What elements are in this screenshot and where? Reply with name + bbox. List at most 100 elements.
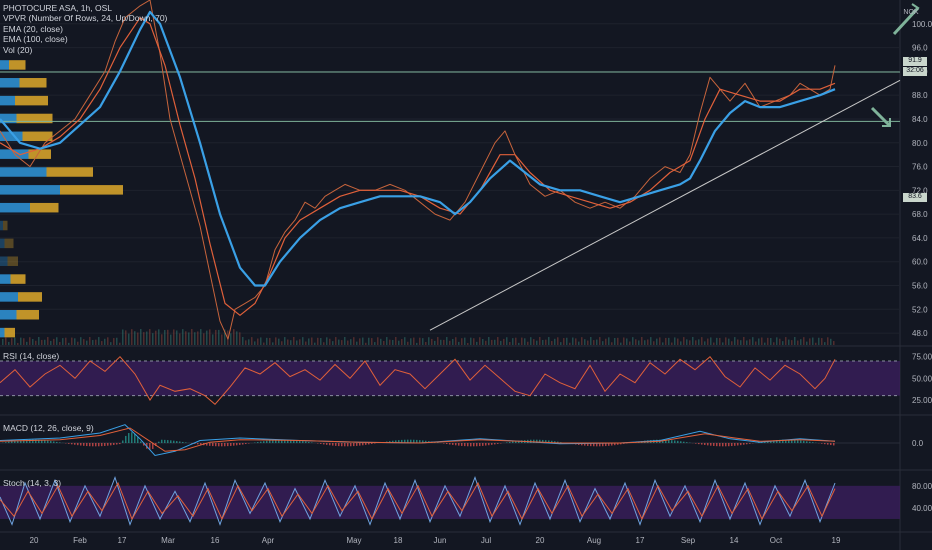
volume-bar (464, 337, 466, 345)
macd-histogram-bar (209, 443, 211, 446)
volume-bar (2, 338, 4, 345)
macd-histogram-bar (452, 443, 454, 445)
volume-bar (272, 342, 274, 345)
volume-bar (587, 340, 589, 345)
volume-bar (203, 333, 205, 345)
vpvr-up-bar (0, 327, 5, 338)
macd-histogram-bar (266, 440, 268, 443)
volume-bar (794, 337, 796, 345)
volume-bar (50, 340, 52, 345)
volume-bar (368, 337, 370, 345)
volume-bar (113, 338, 115, 345)
vpvr-up-bar (0, 220, 3, 231)
macd-histogram-bar (824, 443, 826, 445)
macd-histogram-bar (821, 443, 823, 444)
macd-histogram-bar (461, 443, 463, 446)
volume-bar (584, 339, 586, 345)
volume-bar (281, 341, 283, 345)
volume-bar (536, 340, 538, 345)
volume-bar (617, 337, 619, 345)
macd-histogram-bar (95, 443, 97, 447)
volume-bar (707, 338, 709, 345)
macd-histogram-bar (77, 443, 79, 446)
price-y-tick: 80.0 (912, 139, 928, 148)
chart-canvas[interactable]: 100.096.092.088.084.080.076.072.068.064.… (0, 0, 932, 550)
macd-histogram-bar (743, 443, 745, 445)
volume-bar (509, 342, 511, 345)
rsi-y-tick: 25.00 (912, 396, 932, 405)
volume-bar (344, 337, 346, 345)
volume-bar (371, 338, 373, 345)
legend-vol[interactable]: Vol (20) (3, 45, 167, 55)
volume-bar (218, 329, 220, 345)
volume-bar (443, 339, 445, 345)
legend-ema20[interactable]: EMA (20, close) (3, 24, 167, 34)
macd-histogram-bar (470, 443, 472, 447)
volume-bar (692, 337, 694, 345)
vpvr-down-bar (16, 310, 39, 320)
volume-bar (188, 332, 190, 345)
volume-bar (347, 340, 349, 345)
macd-histogram-bar (494, 443, 496, 445)
volume-bar (563, 338, 565, 345)
legend-ema100[interactable]: EMA (100, close) (3, 34, 167, 44)
volume-bar (572, 337, 574, 345)
volume-bar (377, 337, 379, 345)
macd-histogram-bar (101, 443, 103, 447)
volume-bar (743, 337, 745, 345)
macd-pane-title[interactable]: MACD (12, 26, close, 9) (3, 423, 94, 433)
volume-bar (245, 340, 247, 345)
volume-bar (653, 341, 655, 345)
volume-bar (398, 340, 400, 345)
macd-histogram-bar (323, 443, 325, 445)
volume-bar (527, 341, 529, 345)
volume-bar (533, 339, 535, 345)
vpvr-down-bar (3, 220, 8, 231)
vpvr-down-bar (30, 202, 59, 213)
vpvr-up-bar (0, 256, 8, 266)
volume-bar (338, 339, 340, 345)
macd-histogram-bar (176, 441, 178, 443)
stoch-y-tick: 40.00 (912, 504, 932, 513)
stoch-pane-title[interactable]: Stoch (14, 3, 3) (3, 478, 61, 488)
macd-histogram-bar (56, 441, 58, 443)
volume-bar (32, 339, 34, 345)
volume-bar (821, 338, 823, 345)
macd-histogram-bar (269, 440, 271, 443)
macd-histogram-bar (218, 443, 220, 447)
x-tick: 17 (118, 536, 127, 545)
volume-bar (362, 337, 364, 345)
legend-vpvr[interactable]: VPVR (Number Of Rows, 24, Up/Down, 70) (3, 13, 167, 23)
volume-bar (185, 331, 187, 345)
macd-histogram-bar (233, 443, 235, 446)
volume-bar (647, 339, 649, 345)
volume-bar (167, 329, 169, 345)
vpvr-down-bar (46, 167, 93, 177)
volume-bar (215, 329, 217, 345)
macd-histogram-bar (50, 441, 52, 443)
volume-bar (761, 337, 763, 345)
volume-bar (500, 340, 502, 345)
macd-histogram-bar (710, 443, 712, 446)
volume-bar (620, 342, 622, 345)
volume-bar (242, 337, 244, 345)
rsi-pane-title[interactable]: RSI (14, close) (3, 351, 59, 361)
vpvr-down-bar (4, 238, 14, 249)
macd-histogram-bar (464, 443, 466, 447)
volume-bar (710, 337, 712, 345)
volume-bar (80, 337, 82, 345)
volume-bar (809, 338, 811, 345)
macd-histogram-bar (335, 443, 337, 446)
macd-histogram-bar (746, 443, 748, 445)
volume-bar (674, 337, 676, 345)
macd-histogram-bar (455, 443, 457, 446)
volume-bar (257, 338, 259, 345)
volume-bar (158, 329, 160, 345)
legend-title[interactable]: PHOTOCURE ASA, 1h, OSL (3, 3, 167, 13)
volume-bar (497, 337, 499, 345)
volume-bar (14, 337, 16, 345)
volume-bar (59, 342, 61, 345)
x-tick: Apr (262, 536, 275, 545)
macd-histogram-bar (731, 443, 733, 447)
volume-bar (560, 342, 562, 345)
